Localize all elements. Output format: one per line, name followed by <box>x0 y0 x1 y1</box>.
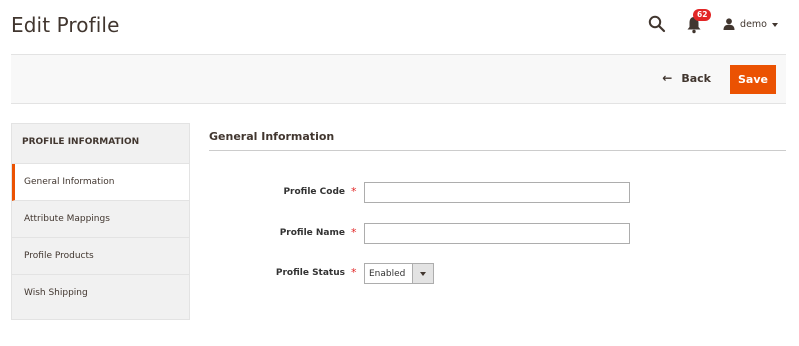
required-mark: * <box>351 266 357 279</box>
sidebar-title: PROFILE INFORMATION <box>12 124 189 164</box>
profile-tabs-sidebar: PROFILE INFORMATION General Information … <box>11 123 190 320</box>
notification-count-badge: 62 <box>693 9 712 21</box>
profile-status-label: Profile Status <box>275 268 345 278</box>
page-title: Edit Profile <box>11 13 120 37</box>
back-button-label: Back <box>681 71 711 85</box>
back-button[interactable]: ← Back <box>662 71 711 85</box>
arrow-left-icon: ← <box>662 71 673 85</box>
search-icon[interactable] <box>648 15 666 33</box>
header-actions: 62 demo <box>648 9 778 36</box>
required-mark: * <box>351 226 357 239</box>
profile-code-input[interactable] <box>364 182 630 203</box>
tab-attribute-mappings[interactable]: Attribute Mappings <box>12 201 189 238</box>
chevron-down-icon <box>412 264 433 283</box>
profile-status-select[interactable]: Enabled <box>364 263 434 284</box>
page-actions-bar: ← Back Save <box>11 54 786 104</box>
tab-profile-products[interactable]: Profile Products <box>12 238 189 275</box>
user-name: demo <box>740 18 767 30</box>
profile-name-label: Profile Name <box>279 228 345 238</box>
user-menu[interactable]: demo <box>723 18 778 30</box>
notifications-button[interactable]: 62 <box>686 9 712 34</box>
section-title: General Information <box>209 130 335 143</box>
profile-code-label: Profile Code <box>283 187 345 197</box>
profile-status-value: Enabled <box>369 269 406 279</box>
tab-wish-shipping[interactable]: Wish Shipping <box>12 275 189 312</box>
chevron-down-icon <box>772 22 778 27</box>
section-divider <box>209 150 786 151</box>
save-button[interactable]: Save <box>730 65 776 94</box>
required-mark: * <box>351 185 357 198</box>
profile-name-input[interactable] <box>364 223 630 244</box>
tab-general-information[interactable]: General Information <box>12 164 189 201</box>
user-icon <box>723 18 735 30</box>
